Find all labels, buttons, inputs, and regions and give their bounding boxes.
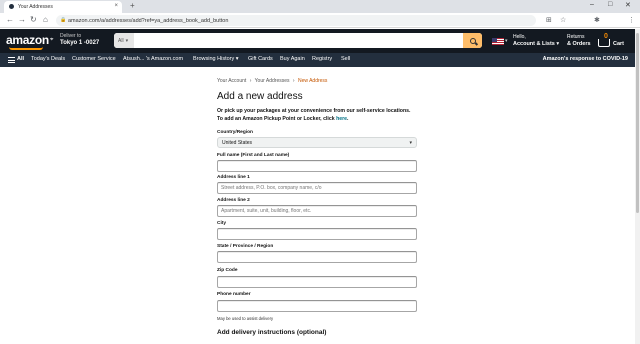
phone-hint: May be used to assist delivery [217, 316, 274, 321]
breadcrumb-your-account[interactable]: Your Account [217, 78, 246, 84]
maximize-icon[interactable]: □ [608, 1, 612, 8]
search-bar: All ▾ [114, 33, 482, 48]
deliver-to-label: Deliver to [60, 33, 82, 39]
covid-response-link[interactable]: Amazon's response to COVID-19 [543, 56, 628, 62]
nav-browsing-history[interactable]: Browsing History ▾ [193, 56, 239, 62]
account-lists-menu[interactable]: Hello, Account & Lists ▾ [513, 34, 559, 48]
new-tab-button[interactable]: + [130, 1, 135, 10]
chevron-down-icon: ▾ [125, 37, 129, 44]
search-icon [469, 37, 476, 44]
zip-label: Zip Code [217, 268, 238, 273]
breadcrumb-separator: › [292, 78, 295, 84]
us-flag-icon[interactable] [492, 38, 504, 45]
amazon-smile-icon [9, 47, 43, 50]
nav-personal-store[interactable]: Atsush... 's Amazon.com [123, 56, 183, 62]
account-lists-label: Account & Lists ▾ [513, 41, 560, 47]
language-chevron-icon[interactable]: ▾ [505, 38, 508, 44]
hamburger-menu-icon[interactable] [8, 57, 15, 63]
nav-todays-deals[interactable]: Today's Deals [31, 56, 65, 62]
state-field[interactable] [217, 251, 417, 263]
returns-label: Returns [567, 34, 585, 40]
breadcrumb: Your Account › Your Addresses › New Addr… [217, 78, 327, 84]
fullname-field[interactable] [217, 160, 417, 172]
address2-label: Address line 2 [217, 198, 250, 203]
minimize-icon[interactable]: – [590, 1, 594, 8]
amazon-favicon-icon [9, 4, 14, 9]
pickup-notice-end: . [347, 115, 349, 122]
nav-all[interactable]: All [17, 56, 24, 62]
translate-icon[interactable]: ⊞ [546, 16, 552, 24]
lock-icon: 🔒 [60, 17, 67, 23]
address2-field[interactable] [217, 205, 417, 217]
tab-close-icon[interactable]: × [114, 3, 118, 9]
breadcrumb-current: New Address [297, 78, 328, 84]
returns-orders-link[interactable]: Returns & Orders [567, 34, 591, 48]
url-bar[interactable]: 🔒 amazon.com/a/addresses/add?ref=ya_addr… [56, 15, 536, 26]
deliver-to[interactable]: Deliver to Tokyo 1 -0027 [60, 33, 99, 47]
address1-field[interactable] [217, 182, 417, 194]
pickup-here-link[interactable]: here [336, 116, 347, 122]
phone-label: Phone number [217, 292, 251, 297]
search-button[interactable] [463, 33, 482, 48]
search-category-label: All [118, 37, 124, 44]
country-select[interactable]: United States ▾ [217, 137, 417, 148]
breadcrumb-separator: › [249, 78, 252, 84]
url-text: amazon.com/a/addresses/add?ref=ya_addres… [68, 17, 229, 24]
pickup-notice: Or pick up your packages at your conveni… [217, 108, 417, 123]
window-close-icon[interactable]: ✕ [625, 1, 631, 9]
browser-menu-icon[interactable]: ⋮ [628, 16, 635, 24]
amazon-nav-bar: All Today's Deals Customer Service Atsus… [0, 53, 640, 67]
city-field[interactable] [217, 228, 417, 240]
search-category-dropdown[interactable]: All ▾ [114, 33, 134, 48]
country-label: Country/Region [217, 130, 253, 135]
reload-icon[interactable]: ↻ [30, 15, 37, 24]
account-greeting: Hello, [513, 34, 526, 40]
back-icon[interactable]: ← [6, 15, 14, 24]
city-label: City [217, 221, 227, 226]
amazon-header: amazon ⌖ Deliver to Tokyo 1 -0027 All ▾ … [0, 29, 640, 53]
phone-field[interactable] [217, 300, 417, 312]
zip-field[interactable] [217, 276, 417, 288]
address1-label: Address line 1 [217, 175, 250, 180]
page-scrollbar[interactable] [635, 29, 640, 344]
cart-icon[interactable] [598, 39, 610, 47]
country-value: United States [222, 139, 253, 146]
browser-tab-bar: Your Addresses × + – □ ✕ [0, 0, 640, 13]
nav-gift-cards[interactable]: Gift Cards [248, 56, 273, 62]
nav-registry[interactable]: Registry [312, 56, 332, 62]
chevron-down-icon: ▾ [409, 140, 412, 146]
bookmark-star-icon[interactable]: ☆ [560, 16, 566, 24]
extensions-icon[interactable]: ✱ [594, 16, 600, 24]
orders-label: & Orders [567, 41, 591, 47]
browser-address-bar: ← → ↻ ⌂ 🔒 amazon.com/a/addresses/add?ref… [0, 13, 640, 28]
amazon-logo[interactable]: amazon [6, 33, 49, 47]
cart-label[interactable]: Cart [613, 41, 624, 47]
scrollbar-thumb[interactable] [636, 33, 639, 213]
browser-tab[interactable]: Your Addresses × [4, 1, 122, 13]
pickup-notice-text: Or pick up your packages at your conveni… [217, 108, 411, 122]
page-title: Add a new address [217, 91, 303, 102]
home-icon[interactable]: ⌂ [43, 15, 48, 24]
state-label: State / Province / Region [217, 244, 274, 249]
location-pin-icon: ⌖ [50, 37, 54, 43]
breadcrumb-your-addresses[interactable]: Your Addresses [255, 78, 290, 84]
delivery-instructions-title: Add delivery instructions (optional) [217, 329, 327, 336]
nav-sell[interactable]: Sell [341, 56, 350, 62]
forward-icon[interactable]: → [18, 15, 26, 24]
search-input[interactable] [135, 33, 461, 48]
nav-buy-again[interactable]: Buy Again [280, 56, 305, 62]
tab-title: Your Addresses [18, 4, 53, 10]
nav-customer-service[interactable]: Customer Service [72, 56, 116, 62]
deliver-to-location: Tokyo 1 -0027 [60, 40, 100, 46]
fullname-label: Full name (First and Last name) [217, 153, 290, 158]
